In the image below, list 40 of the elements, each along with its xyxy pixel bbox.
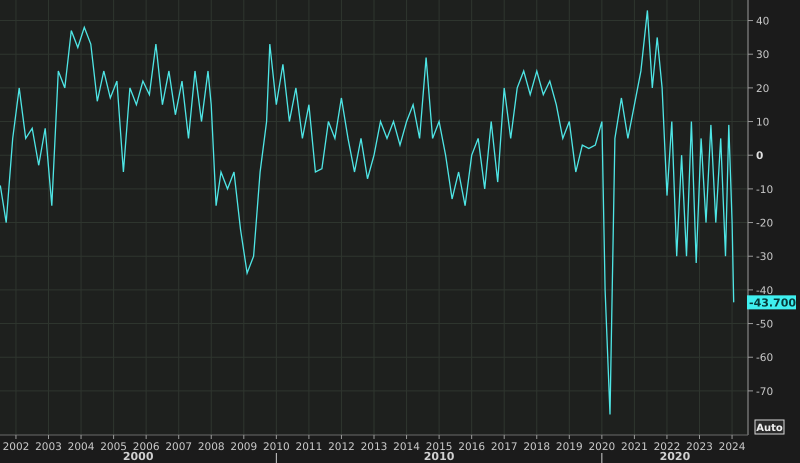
auto-button[interactable]: Auto: [754, 420, 784, 434]
x-tick-label: 2002: [2, 441, 30, 453]
last-value-tag: -43.700: [747, 295, 796, 310]
decade-label: 2020: [660, 450, 690, 463]
x-tick-label: 2023: [686, 441, 713, 453]
x-tick-label: 2006: [132, 441, 160, 453]
x-tick-label: 2003: [35, 441, 62, 453]
x-tick-label: 2005: [100, 441, 127, 453]
x-tick-label: 2018: [523, 441, 550, 453]
y-tick-label: -60: [756, 352, 774, 364]
y-tick-label: -10: [756, 184, 774, 196]
x-tick-label: 2011: [296, 441, 322, 453]
x-tick-label: 2022: [654, 441, 680, 453]
x-tick-label: 2017: [490, 441, 518, 453]
x-tick-label: 2008: [198, 441, 225, 453]
y-tick-label: 0: [756, 150, 764, 162]
x-tick-label: 2021: [621, 441, 648, 453]
x-tick-label: 2020: [588, 441, 616, 453]
x-tick-label: 2010: [262, 441, 290, 453]
y-tick-label: -50: [756, 318, 774, 331]
x-tick-label: 2012: [328, 441, 355, 453]
x-tick-label: 2004: [68, 441, 94, 453]
y-tick-label: 40: [756, 16, 770, 28]
x-tick-label: 2007: [165, 441, 192, 453]
y-tick-label: 30: [756, 49, 770, 62]
y-tick-label: -40: [756, 284, 774, 297]
y-tick-label: 10: [756, 116, 770, 129]
x-tick-label: 2013: [360, 441, 388, 453]
x-tick-label: 2009: [230, 441, 258, 453]
x-tick-label: 2015: [426, 441, 452, 453]
decade-label: 2010: [424, 450, 454, 463]
decade-label: 2000: [122, 450, 154, 463]
y-tick-label: 20: [756, 82, 770, 95]
y-tick-label: -70: [756, 386, 774, 398]
x-tick-label: 2019: [556, 441, 583, 453]
y-tick-label: -30: [756, 251, 774, 264]
x-tick-label: 2014: [393, 441, 420, 453]
x-tick-label: 2024: [718, 441, 746, 453]
x-tick-label: 2016: [458, 441, 486, 453]
y-tick-label: -20: [756, 218, 774, 230]
